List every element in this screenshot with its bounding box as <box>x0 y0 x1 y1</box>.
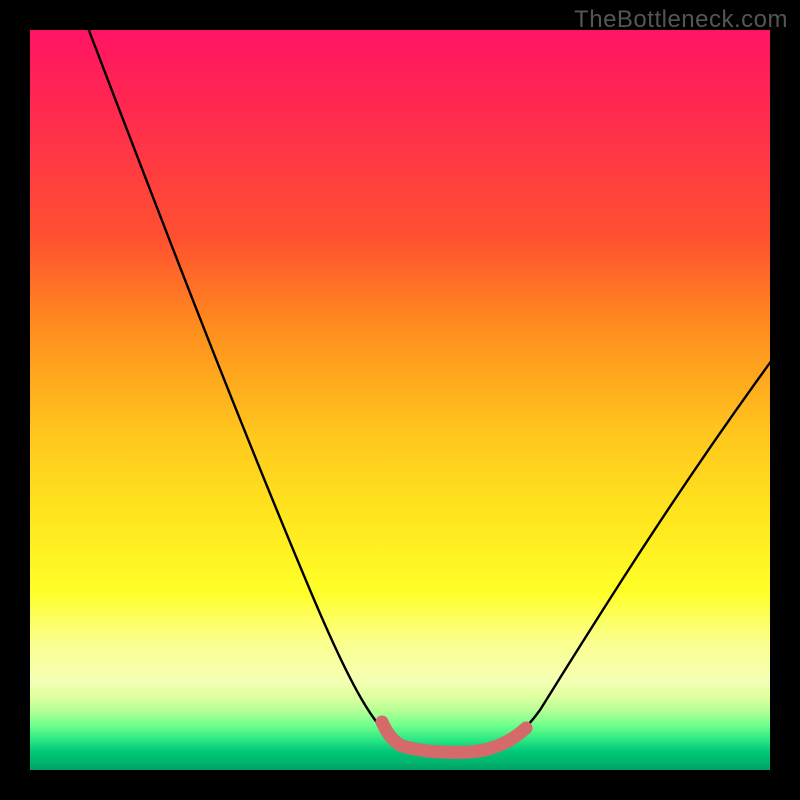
curve-path <box>85 30 770 751</box>
bottleneck-curve <box>30 30 770 770</box>
watermark-text: TheBottleneck.com <box>574 6 788 34</box>
plot-area <box>30 30 770 770</box>
optimal-range-marker <box>382 722 526 752</box>
